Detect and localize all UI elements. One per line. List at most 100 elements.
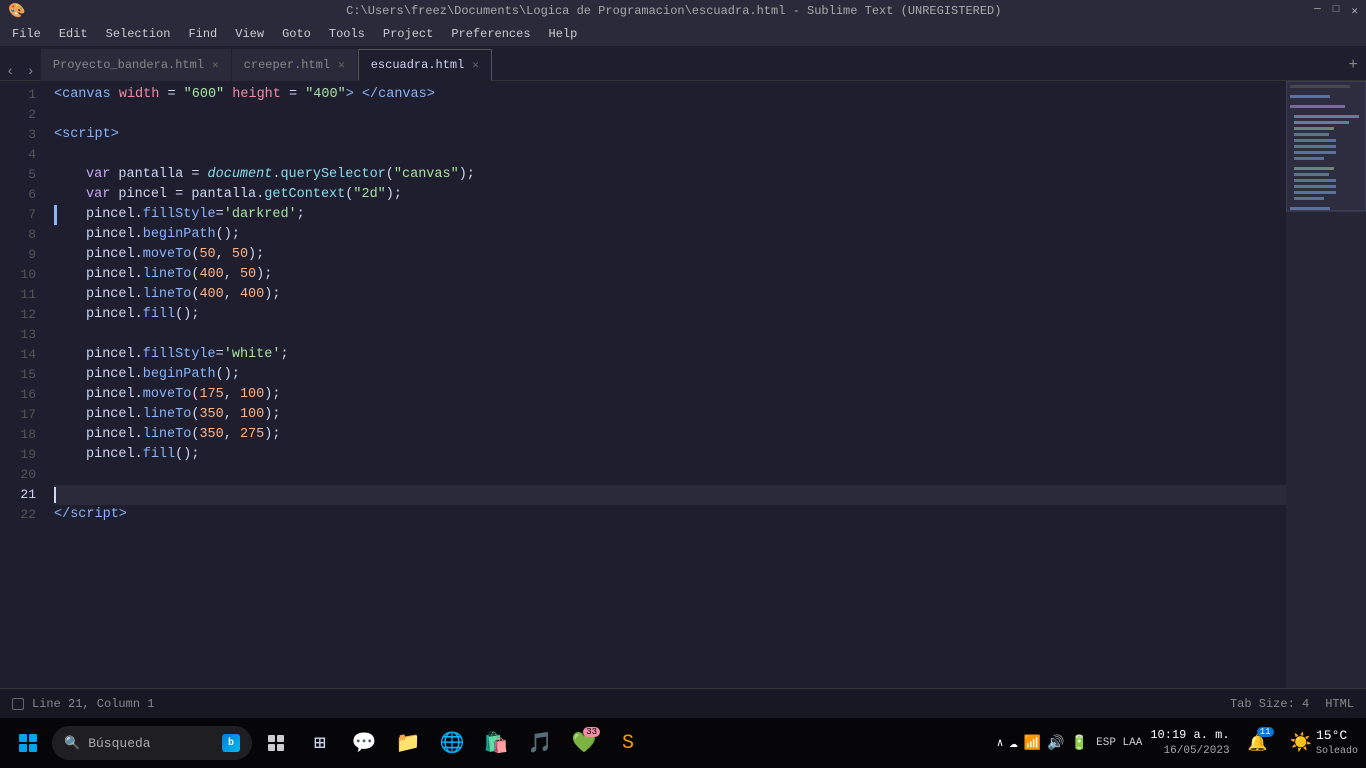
- window-title: C:\Users\freez\Documents\Logica de Progr…: [33, 4, 1314, 18]
- tab-bar: ‹ › Proyecto_bandera.html ✕ creeper.html…: [0, 46, 1366, 81]
- weather-icon: ☀️: [1290, 732, 1312, 754]
- widgets-button[interactable]: ⊞: [300, 723, 340, 763]
- tab-close-icon[interactable]: ✕: [338, 58, 345, 72]
- store-button[interactable]: 🛍️: [476, 723, 516, 763]
- code-line-4: [54, 145, 1286, 165]
- code-line-19: pincel. fill ();: [54, 445, 1286, 465]
- language-indicator: ESP LAA: [1096, 737, 1142, 749]
- search-placeholder: Búsqueda: [88, 736, 150, 751]
- line-num-21: 21: [0, 485, 36, 505]
- system-icons: ∧ ☁ 📶 🔊 🔋: [997, 735, 1088, 752]
- text-cursor: [54, 487, 56, 503]
- network-icon[interactable]: ☁: [1009, 735, 1017, 752]
- taskbar-search[interactable]: 🔍 Búsqueda b: [52, 726, 252, 760]
- minimap-svg: [1286, 81, 1366, 521]
- line-num-9: 9: [0, 245, 36, 265]
- clock[interactable]: 10:19 a. m. 16/05/2023: [1150, 727, 1229, 759]
- explorer-button[interactable]: 📁: [388, 723, 428, 763]
- code-line-5: var pantalla = document . querySelector …: [54, 165, 1286, 185]
- line-num-20: 20: [0, 465, 36, 485]
- time-display: 10:19 a. m.: [1150, 727, 1229, 744]
- code-line-22: </script>: [54, 505, 1286, 525]
- task-view-icon: [266, 733, 286, 753]
- notification-center[interactable]: 🔔 11: [1238, 723, 1278, 763]
- system-tray: ∧ ☁ 📶 🔊 🔋 ESP LAA 10:19 a. m. 16/05/2023…: [997, 723, 1358, 763]
- menu-help[interactable]: Help: [541, 25, 586, 43]
- menu-selection[interactable]: Selection: [98, 25, 179, 43]
- maximize-button[interactable]: □: [1333, 4, 1340, 18]
- window-controls: ─ □ ✕: [1314, 4, 1358, 18]
- whatsapp-button[interactable]: 💚 33: [564, 723, 604, 763]
- weather-widget[interactable]: ☀️ 15°C Soleado: [1290, 728, 1358, 758]
- tab-label: creeper.html: [244, 58, 330, 72]
- status-right: Tab Size: 4 HTML: [1230, 697, 1354, 711]
- music-icon: 🎵: [528, 730, 553, 756]
- tab-nav-next[interactable]: ›: [20, 64, 40, 80]
- menu-find[interactable]: Find: [180, 25, 225, 43]
- line-num-11: 11: [0, 285, 36, 305]
- weather-detail: 15°C Soleado: [1316, 728, 1358, 758]
- code-line-11: pincel. lineTo ( 400 , 400 );: [54, 285, 1286, 305]
- code-line-3: <script>: [54, 125, 1286, 145]
- line-num-4: 4: [0, 145, 36, 165]
- line-num-13: 13: [0, 325, 36, 345]
- music-button[interactable]: 🎵: [520, 723, 560, 763]
- cursor-position: Line 21, Column 1: [32, 697, 154, 711]
- volume-icon[interactable]: 🔊: [1047, 735, 1064, 752]
- chevron-up-icon[interactable]: ∧: [997, 736, 1004, 750]
- weather-temp: 15°C: [1316, 728, 1358, 745]
- chrome-icon: 🌐: [440, 730, 465, 756]
- code-editor[interactable]: <canvas width = "600" height = "400" > <…: [46, 81, 1286, 688]
- line-num-2: 2: [0, 105, 36, 125]
- minimap: [1286, 81, 1366, 688]
- status-left: Line 21, Column 1: [12, 697, 154, 711]
- teams-icon: 💬: [352, 730, 377, 756]
- wifi-icon[interactable]: 📶: [1024, 735, 1041, 752]
- line-num-3: 3: [0, 125, 36, 145]
- code-line-14: pincel. fillStyle = 'white' ;: [54, 345, 1286, 365]
- line-num-18: 18: [0, 425, 36, 445]
- explorer-icon: 📁: [396, 730, 421, 756]
- code-line-16: pincel. moveTo ( 175 , 100 );: [54, 385, 1286, 405]
- tab-nav-prev[interactable]: ‹: [0, 64, 20, 80]
- sublime-button[interactable]: S: [608, 723, 648, 763]
- editor-area: 1 2 3 4 5 6 7 8 9 10 11 12 13 14 15 16 1…: [0, 81, 1366, 688]
- tab-close-icon[interactable]: ✕: [212, 58, 219, 72]
- close-button[interactable]: ✕: [1351, 4, 1358, 18]
- code-line-6: var pincel = pantalla. getContext ( "2d"…: [54, 185, 1286, 205]
- start-button[interactable]: [8, 723, 48, 763]
- menu-file[interactable]: File: [4, 25, 49, 43]
- line-num-7: 7: [0, 205, 36, 225]
- battery-icon[interactable]: 🔋: [1071, 735, 1088, 752]
- code-line-1: <canvas width = "600" height = "400" > <…: [54, 85, 1286, 105]
- chrome-button[interactable]: 🌐: [432, 723, 472, 763]
- date-display: 16/05/2023: [1150, 744, 1229, 759]
- line-num-1: 1: [0, 85, 36, 105]
- new-tab-button[interactable]: +: [1348, 56, 1358, 74]
- code-line-2: [54, 105, 1286, 125]
- taskbar: 🔍 Búsqueda b ⊞ 💬 📁 🌐 🛍️ 🎵 💚 33: [0, 718, 1366, 768]
- tab-proyecto-bandera[interactable]: Proyecto_bandera.html ✕: [41, 49, 232, 81]
- tab-label: Proyecto_bandera.html: [53, 58, 204, 72]
- line-num-14: 14: [0, 345, 36, 365]
- menu-view[interactable]: View: [227, 25, 272, 43]
- line-num-22: 22: [0, 505, 36, 525]
- code-line-10: pincel. lineTo ( 400 , 50 );: [54, 265, 1286, 285]
- tab-escuadra[interactable]: escuadra.html ✕: [358, 49, 492, 81]
- menu-preferences[interactable]: Preferences: [443, 25, 538, 43]
- tab-close-icon[interactable]: ✕: [472, 58, 479, 72]
- line-numbers: 1 2 3 4 5 6 7 8 9 10 11 12 13 14 15 16 1…: [0, 81, 46, 688]
- menu-project[interactable]: Project: [375, 25, 441, 43]
- status-bar: Line 21, Column 1 Tab Size: 4 HTML: [0, 688, 1366, 718]
- menu-tools[interactable]: Tools: [321, 25, 373, 43]
- tab-label: escuadra.html: [371, 58, 465, 72]
- menu-edit[interactable]: Edit: [51, 25, 96, 43]
- search-icon: 🔍: [64, 736, 80, 751]
- tab-creeper[interactable]: creeper.html ✕: [232, 49, 358, 81]
- app-icon: 🎨: [8, 3, 25, 20]
- weather-condition: Soleado: [1316, 745, 1358, 758]
- menu-goto[interactable]: Goto: [274, 25, 319, 43]
- task-view-button[interactable]: [256, 723, 296, 763]
- minimize-button[interactable]: ─: [1314, 4, 1321, 18]
- teams-button[interactable]: 💬: [344, 723, 384, 763]
